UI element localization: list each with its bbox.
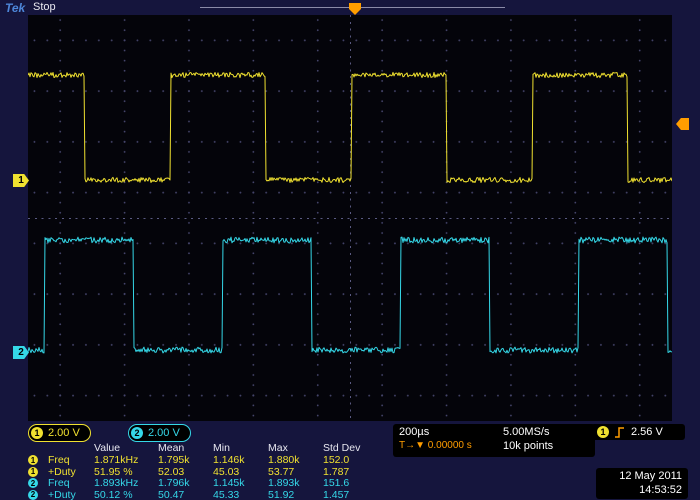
measurement-table: Value Mean Min Max Std Dev 1 Freq 1.871k… [28,441,394,500]
col-header-value: Value [94,442,158,454]
trigger-position-readout: T→▼ 0.00000 s [399,439,496,453]
row-channel-badge: 2 [28,478,38,488]
acquisition-status: Stop [33,1,56,13]
measurement-mean: 50.47 [158,489,213,500]
channel2-badge-number: 2 [131,427,143,439]
col-header-max: Max [268,442,323,454]
measurement-min: 45.03 [213,466,268,478]
trigger-position-icon: T→▼ [399,440,425,451]
measurement-name: Freq [48,477,94,489]
measurement-name: Freq [48,454,94,466]
col-header-stddev: Std Dev [323,442,379,454]
measurement-mean: 52.03 [158,466,213,478]
measurement-name: +Duty [48,466,94,478]
rising-edge-slope-icon [615,427,625,438]
channel1-scale-value: 2.00 V [48,427,80,439]
channel2-ground-marker[interactable]: 2 [13,346,29,359]
trigger-position-marker[interactable] [348,2,362,14]
measurement-mean: 1.795k [158,454,213,466]
measurement-name: +Duty [48,489,94,500]
measurement-min: 45.33 [213,489,268,500]
measurement-value: 1.871kHz [94,454,158,466]
measurement-row: 1 +Duty 51.95 % 52.03 45.03 53.77 1.787 [28,466,394,478]
date-value: 12 May 2011 [602,469,682,483]
datetime-box: 12 May 2011 14:53:52 [596,468,688,499]
measurement-row: 2 Freq 1.893kHz 1.796k 1.145k 1.893k 151… [28,477,394,489]
tek-logo: Tek [5,1,25,15]
measurement-mean: 1.796k [158,477,213,489]
measurement-value: 51.95 % [94,466,158,478]
measurement-max: 53.77 [268,466,323,478]
channel1-marker-label: 1 [18,175,24,186]
trigger-level-arrow[interactable] [676,118,689,130]
trigger-level-value: 2.56 V [631,425,663,439]
channel2-scale-badge[interactable]: 2 2.00 V [128,424,191,442]
channel2-scale-value: 2.00 V [148,427,180,439]
measurement-max: 51.92 [268,489,323,500]
measurement-min: 1.146k [213,454,268,466]
channel1-badge-number: 1 [31,427,43,439]
measurement-max: 1.880k [268,454,323,466]
measurement-stddev: 1.457 [323,489,379,500]
trigger-flag-icon [348,3,362,15]
waveform-display [28,15,672,421]
measurement-stddev: 151.6 [323,477,379,489]
timebase-box[interactable]: 200µs T→▼ 0.00000 s [393,424,502,457]
measurement-max: 1.893k [268,477,323,489]
timebase-scale: 200µs [399,425,496,439]
time-value: 14:53:52 [602,483,682,497]
trigger-source-badge: 1 [597,426,609,438]
col-header-min: Min [213,442,268,454]
measurement-header-row: Value Mean Min Max Std Dev [28,441,394,454]
record-length: 10k points [503,439,589,453]
measurement-value: 50.12 % [94,489,158,500]
measurement-value: 1.893kHz [94,477,158,489]
measurement-stddev: 1.787 [323,466,379,478]
channel1-scale-badge[interactable]: 1 2.00 V [28,424,91,442]
sample-rate: 5.00MS/s [503,425,589,439]
oscilloscope-screen: Tek Stop 1 2 1 2.00 V 2 2.00 V 200µs T→▼… [0,0,700,500]
measurement-row: 1 Freq 1.871kHz 1.795k 1.146k 1.880k 152… [28,454,394,466]
col-header-mean: Mean [158,442,213,454]
channel2-marker-label: 2 [18,347,24,358]
row-channel-badge: 1 [28,467,38,477]
channel1-ground-marker[interactable]: 1 [13,174,29,187]
graticule [28,15,672,421]
measurement-row: 2 +Duty 50.12 % 50.47 45.33 51.92 1.457 [28,489,394,500]
row-channel-badge: 2 [28,490,38,500]
trigger-position-value: 0.00000 s [428,440,472,451]
trigger-settings-box[interactable]: 1 2.56 V [591,424,685,440]
row-channel-badge: 1 [28,455,38,465]
measurement-min: 1.145k [213,477,268,489]
measurement-stddev: 152.0 [323,454,379,466]
acquisition-box[interactable]: 5.00MS/s 10k points [497,424,595,457]
